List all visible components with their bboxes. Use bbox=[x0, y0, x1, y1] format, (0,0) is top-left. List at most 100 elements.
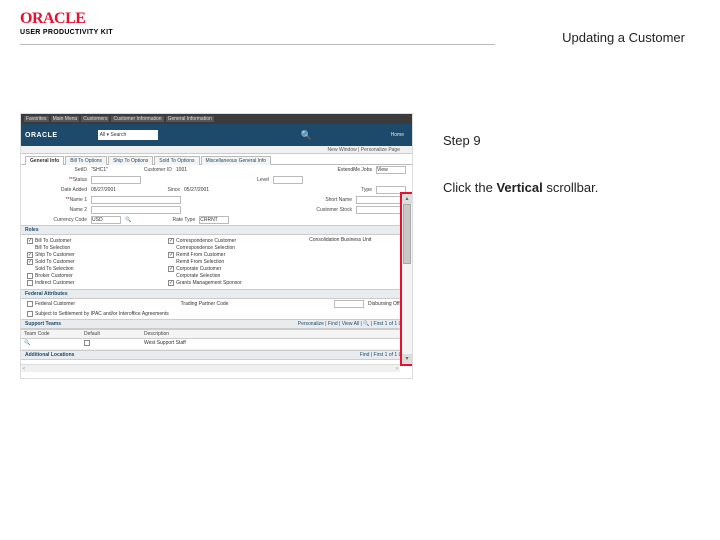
instruction-panel: Step 9 Click the Vertical scrollbar. bbox=[443, 113, 673, 379]
chk-grants[interactable] bbox=[168, 280, 174, 286]
header-divider bbox=[20, 44, 495, 45]
roles-grid: Bill To Customer Bill To Selection Ship … bbox=[21, 235, 412, 289]
chk-sold-to[interactable] bbox=[27, 259, 33, 265]
page-actions[interactable]: New Window | Personalize Page bbox=[21, 146, 412, 154]
altname-label: Short Name bbox=[292, 197, 352, 203]
support-title: Support Teams bbox=[25, 321, 61, 327]
lbl-sold-sel: Sold To Selection bbox=[35, 266, 74, 272]
level-label: Level bbox=[209, 177, 269, 183]
step-number: Step 9 bbox=[443, 133, 673, 148]
support-toolbar[interactable]: Personalize | Find | View All | 🔍 | Firs… bbox=[298, 321, 408, 327]
type-field[interactable] bbox=[376, 186, 406, 194]
scroll-up-arrow[interactable]: ▴ bbox=[402, 194, 412, 204]
status-field[interactable] bbox=[91, 176, 141, 184]
tab-ship-to[interactable]: Ship To Options bbox=[108, 156, 153, 165]
page-title: Updating a Customer bbox=[562, 30, 685, 45]
global-search[interactable]: All ▾ Search bbox=[98, 130, 158, 140]
level-field[interactable] bbox=[273, 176, 303, 184]
extendme-select[interactable]: View bbox=[376, 166, 406, 174]
consolidation-label: Consolidation Business Unit bbox=[309, 237, 371, 243]
name1-field[interactable] bbox=[91, 196, 181, 204]
scroll-down-arrow[interactable]: ▾ bbox=[402, 354, 412, 364]
trading-label: Trading Partner Code bbox=[79, 301, 330, 307]
addl-toolbar[interactable]: Find | First 1 of 1 Last bbox=[360, 352, 408, 358]
instr-bold: Vertical bbox=[496, 180, 542, 195]
tab-sold-to[interactable]: Sold To Options bbox=[154, 156, 199, 165]
horizontal-scrollbar[interactable]: ‹› bbox=[21, 364, 400, 372]
rate-field[interactable]: CRRNT bbox=[199, 216, 229, 224]
crumb-customer-info[interactable]: Customer Information bbox=[111, 116, 163, 122]
custid-value: 1001 bbox=[176, 167, 187, 173]
instruction-text: Click the Vertical scrollbar. bbox=[443, 180, 673, 197]
date-added-label: Date Added bbox=[27, 187, 87, 193]
browser-breadcrumb: Favorites Main Menu Customers Customer I… bbox=[21, 114, 412, 124]
trading-field[interactable] bbox=[334, 300, 364, 308]
lbl-broker: Broker Customer bbox=[35, 273, 73, 279]
lbl-corr-sel: Correspondence Selection bbox=[176, 245, 235, 251]
stock-field[interactable] bbox=[356, 206, 406, 214]
support-table-head: Team Code Default Description bbox=[21, 329, 412, 339]
stock-label: Customer Stock bbox=[292, 207, 352, 213]
lbl-bill-to: Bill To Customer bbox=[35, 238, 71, 244]
vertical-scrollbar[interactable]: ▴ ▾ bbox=[402, 194, 412, 364]
crumb-main-menu[interactable]: Main Menu bbox=[51, 116, 80, 122]
crumb-favorites[interactable]: Favorites bbox=[24, 116, 49, 122]
lbl-ipac: Subject to Settlement by IPAC and/or Int… bbox=[35, 311, 169, 317]
status-label: *Status bbox=[27, 177, 87, 183]
col-teamcode: Team Code bbox=[21, 330, 81, 338]
chk-ipac[interactable] bbox=[27, 311, 33, 317]
header-id-row: SetID "SHC1" Customer ID 1001 ExtendMe J… bbox=[21, 165, 412, 175]
scroll-thumb[interactable] bbox=[403, 204, 411, 264]
type-label: Type bbox=[312, 187, 372, 193]
section-support: Support Teams Personalize | Find | View … bbox=[21, 319, 412, 329]
crumb-general-info[interactable]: General Information bbox=[166, 116, 214, 122]
extendme-label: ExtendMe Jobs bbox=[338, 167, 372, 173]
search-icon[interactable]: 🔍 bbox=[301, 130, 312, 141]
tab-general-info[interactable]: General Info bbox=[25, 156, 64, 165]
crumb-customers[interactable]: Customers bbox=[81, 116, 109, 122]
addl-title: Additional Locations bbox=[25, 352, 74, 358]
col-desc: Description bbox=[141, 330, 412, 338]
scroll-track[interactable] bbox=[402, 204, 412, 354]
chk-broker[interactable] bbox=[27, 273, 33, 279]
tab-misc[interactable]: Miscellaneous General Info bbox=[201, 156, 272, 165]
chk-remit[interactable] bbox=[168, 252, 174, 258]
rate-label: Rate Type bbox=[135, 217, 195, 223]
content-pane: General Info Bill To Options Ship To Opt… bbox=[21, 154, 412, 372]
oracle-logo: ORACLE bbox=[20, 10, 700, 28]
name2-label: Name 2 bbox=[27, 207, 87, 213]
lbl-remit-sel: Remit From Selection bbox=[176, 259, 224, 265]
lookup-icon[interactable]: 🔍 bbox=[125, 217, 131, 223]
date-added-value: 05/27/2001 bbox=[91, 187, 116, 193]
chk-indirect[interactable] bbox=[27, 280, 33, 286]
setid-value: "SHC1" bbox=[91, 167, 108, 173]
lbl-corp: Corporate Customer bbox=[176, 266, 221, 272]
col-default: Default bbox=[81, 330, 141, 338]
instr-prefix: Click the bbox=[443, 180, 496, 195]
chk-corr[interactable] bbox=[168, 238, 174, 244]
lbl-corp-sel: Corporate Selection bbox=[176, 273, 220, 279]
currency-field[interactable]: USD bbox=[91, 216, 121, 224]
name1-label: *Name 1 bbox=[27, 197, 87, 203]
oracle-brand: ORACLE bbox=[25, 132, 58, 139]
since-value: 05/27/2001 bbox=[184, 187, 209, 193]
table-row: 🔍 West Support Staff bbox=[21, 339, 412, 350]
home-link[interactable]: Home bbox=[391, 132, 404, 138]
setid-label: SetID bbox=[27, 167, 87, 173]
disbursing-label: Disbursing Office bbox=[368, 301, 406, 307]
lbl-remit: Remit From Customer bbox=[176, 252, 225, 258]
instr-suffix: scrollbar. bbox=[543, 180, 599, 195]
default-checkbox[interactable] bbox=[84, 340, 90, 346]
section-federal: Federal Attributes bbox=[21, 289, 412, 299]
tab-bill-to[interactable]: Bill To Options bbox=[65, 156, 107, 165]
lbl-ship-to: Ship To Customer bbox=[35, 252, 75, 258]
chk-corp[interactable] bbox=[168, 266, 174, 272]
chk-bill-to[interactable] bbox=[27, 238, 33, 244]
name2-field[interactable] bbox=[91, 206, 181, 214]
section-roles: Roles bbox=[21, 225, 412, 235]
lbl-federal: Federal Customer bbox=[35, 301, 75, 307]
desc-value: West Support Staff bbox=[141, 339, 412, 349]
chk-federal[interactable] bbox=[27, 301, 33, 307]
chk-ship-to[interactable] bbox=[27, 252, 33, 258]
altname-field[interactable] bbox=[356, 196, 406, 204]
